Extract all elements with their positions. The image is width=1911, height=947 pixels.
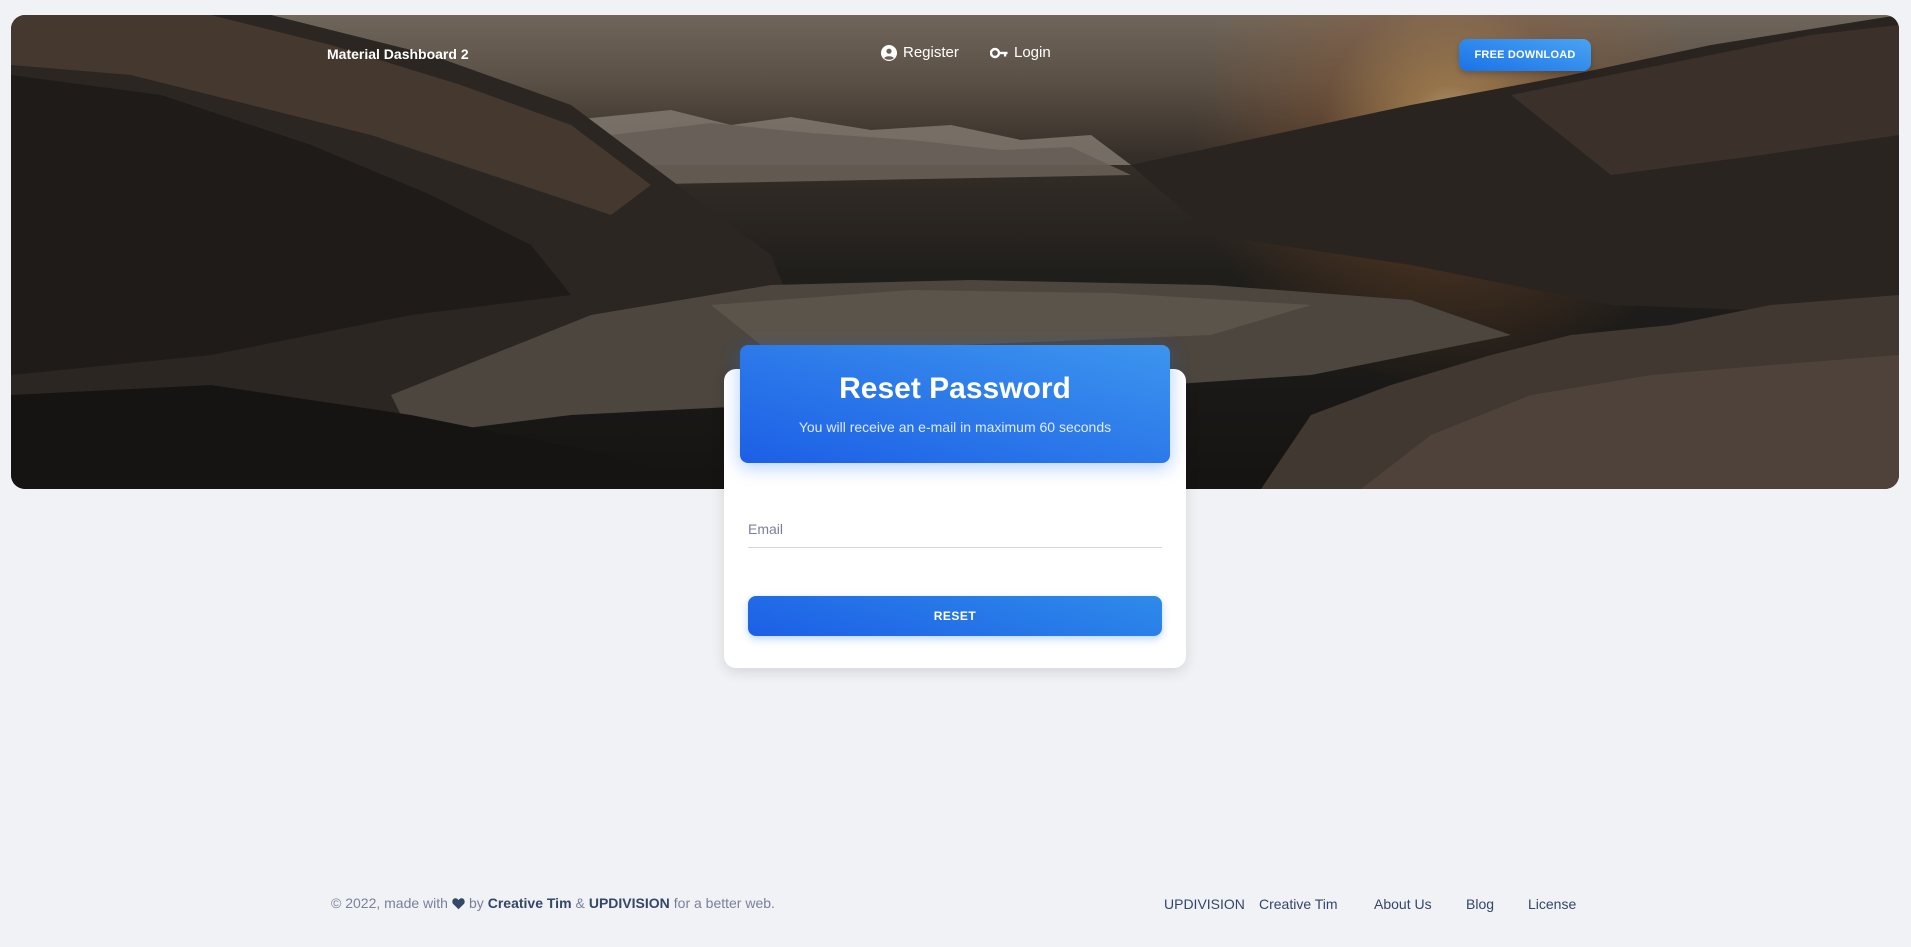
key-icon <box>990 47 1008 58</box>
card-header: Reset Password You will receive an e-mai… <box>740 345 1170 463</box>
copyright-prefix: © 2022, made with <box>331 895 448 911</box>
footer-link-creative-tim[interactable]: Creative Tim <box>1259 896 1338 912</box>
card-title: Reset Password <box>839 372 1071 405</box>
author-updivision-link[interactable]: UPDIVISION <box>589 895 670 911</box>
reset-button[interactable]: RESET <box>748 596 1162 636</box>
footer-link-updivision[interactable]: UPDIVISION <box>1164 896 1245 912</box>
heart-icon <box>452 897 465 909</box>
ampersand-text: & <box>575 895 585 911</box>
nav-login-label: Login <box>1014 44 1051 61</box>
free-download-button[interactable]: FREE DOWNLOAD <box>1459 39 1591 71</box>
by-text: by <box>468 895 484 911</box>
top-navbar: Material Dashboard 2 Register Login FREE… <box>0 0 1911 110</box>
email-field[interactable] <box>748 510 1162 548</box>
footer-link-license[interactable]: License <box>1528 896 1576 912</box>
brand-logo-text[interactable]: Material Dashboard 2 <box>327 46 469 62</box>
footer-suffix: for a better web. <box>673 895 775 911</box>
nav-register-link[interactable]: Register <box>881 44 959 61</box>
user-circle-icon <box>881 44 897 61</box>
nav-register-label: Register <box>903 44 959 61</box>
footer-link-about-us[interactable]: About Us <box>1374 896 1432 912</box>
author-creative-tim-link[interactable]: Creative Tim <box>488 895 572 911</box>
card-subtitle: You will receive an e-mail in maximum 60… <box>798 419 1112 435</box>
footer-link-blog[interactable]: Blog <box>1466 896 1494 912</box>
footer-copyright: © 2022, made with by Creative Tim & UPDI… <box>331 895 775 911</box>
nav-login-link[interactable]: Login <box>990 44 1051 61</box>
